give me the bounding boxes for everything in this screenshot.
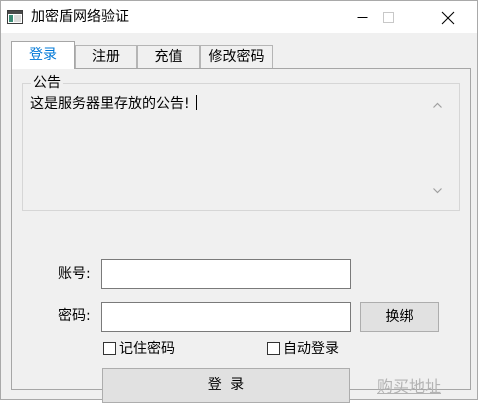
notice-group: 公告 这是服务器里存放的公告!	[22, 75, 460, 211]
buy-address-link[interactable]: 购买地址	[377, 377, 441, 397]
tab-recharge[interactable]: 充值	[137, 45, 200, 69]
notice-text: 这是服务器里存放的公告!	[30, 96, 190, 112]
app-window-icon	[7, 10, 23, 24]
client-area: 登录 注册 充值 修改密码 公告 这是服务器里存放的公告! 账号: 密码: 换绑…	[1, 33, 477, 403]
login-tab-panel: 公告 这是服务器里存放的公告! 账号: 密码: 换绑 记住密码 自动登录 登录 …	[11, 68, 471, 403]
maximize-icon	[383, 12, 394, 23]
remember-password-label: 记住密码	[119, 341, 175, 357]
account-input[interactable]	[101, 259, 351, 289]
notice-legend: 公告	[31, 75, 63, 91]
notice-text-area[interactable]: 这是服务器里存放的公告!	[30, 95, 197, 113]
main-window: 加密盾网络验证 登录 注册 充值 修改密码 公告 这是服务器里存放的公告! 账号…	[0, 0, 478, 403]
tab-login[interactable]: 登录	[11, 41, 75, 69]
chevron-down-icon[interactable]	[429, 182, 446, 199]
login-button[interactable]: 登录	[102, 368, 350, 403]
window-title: 加密盾网络验证	[31, 9, 129, 25]
maximize-button[interactable]	[365, 1, 411, 33]
chevron-up-icon[interactable]	[429, 97, 446, 114]
notice-scrollbar[interactable]	[429, 85, 446, 207]
close-button[interactable]	[431, 1, 477, 33]
text-caret	[195, 95, 197, 110]
remember-password-box[interactable]	[103, 342, 116, 355]
title-bar[interactable]: 加密盾网络验证	[1, 1, 477, 33]
auto-login-box[interactable]	[267, 342, 280, 355]
auto-login-label: 自动登录	[283, 341, 339, 357]
account-label: 账号:	[58, 266, 91, 282]
unbind-button[interactable]: 换绑	[360, 302, 439, 332]
tab-register[interactable]: 注册	[75, 45, 137, 69]
tab-change-password[interactable]: 修改密码	[200, 45, 273, 69]
password-label: 密码:	[58, 308, 91, 324]
close-icon	[441, 11, 455, 25]
password-input[interactable]	[101, 302, 351, 332]
